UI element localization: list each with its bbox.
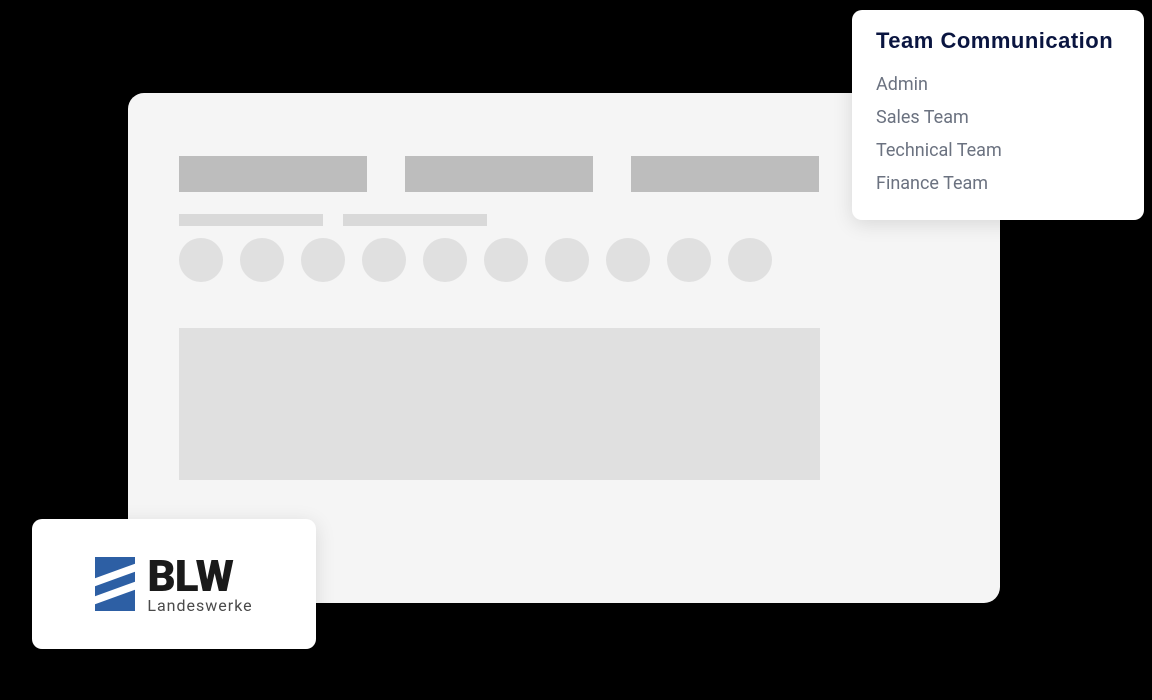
dropdown-item-sales[interactable]: Sales Team	[876, 101, 1120, 134]
skeleton-text-row	[179, 214, 487, 226]
dropdown-item-admin[interactable]: Admin	[876, 68, 1120, 101]
skeleton-text-line	[179, 214, 323, 226]
skeleton-avatar	[301, 238, 345, 282]
skeleton-avatar	[545, 238, 589, 282]
skeleton-content-block	[179, 328, 820, 480]
brand-logo-text: BLW Landeswerke	[147, 554, 252, 615]
top-button-row	[179, 156, 819, 192]
skeleton-avatar	[667, 238, 711, 282]
skeleton-avatar	[728, 238, 772, 282]
skeleton-avatar	[179, 238, 223, 282]
dropdown-title: Team Communication	[876, 28, 1120, 54]
avatar-row	[179, 238, 772, 282]
skeleton-button	[405, 156, 593, 192]
brand-name-main: BLW	[147, 554, 252, 598]
brand-logo-card: BLW Landeswerke	[32, 519, 316, 649]
skeleton-text-line	[343, 214, 487, 226]
skeleton-avatar	[423, 238, 467, 282]
team-dropdown-menu: Team Communication Admin Sales Team Tech…	[852, 10, 1144, 220]
brand-name-sub: Landeswerke	[147, 596, 252, 615]
dropdown-item-finance[interactable]: Finance Team	[876, 167, 1120, 200]
skeleton-avatar	[362, 238, 406, 282]
brand-logo: BLW Landeswerke	[95, 554, 252, 615]
skeleton-avatar	[606, 238, 650, 282]
skeleton-button	[179, 156, 367, 192]
brand-logo-mark-icon	[95, 557, 135, 611]
skeleton-avatar	[484, 238, 528, 282]
skeleton-button	[631, 156, 819, 192]
skeleton-avatar	[240, 238, 284, 282]
dropdown-item-technical[interactable]: Technical Team	[876, 134, 1120, 167]
